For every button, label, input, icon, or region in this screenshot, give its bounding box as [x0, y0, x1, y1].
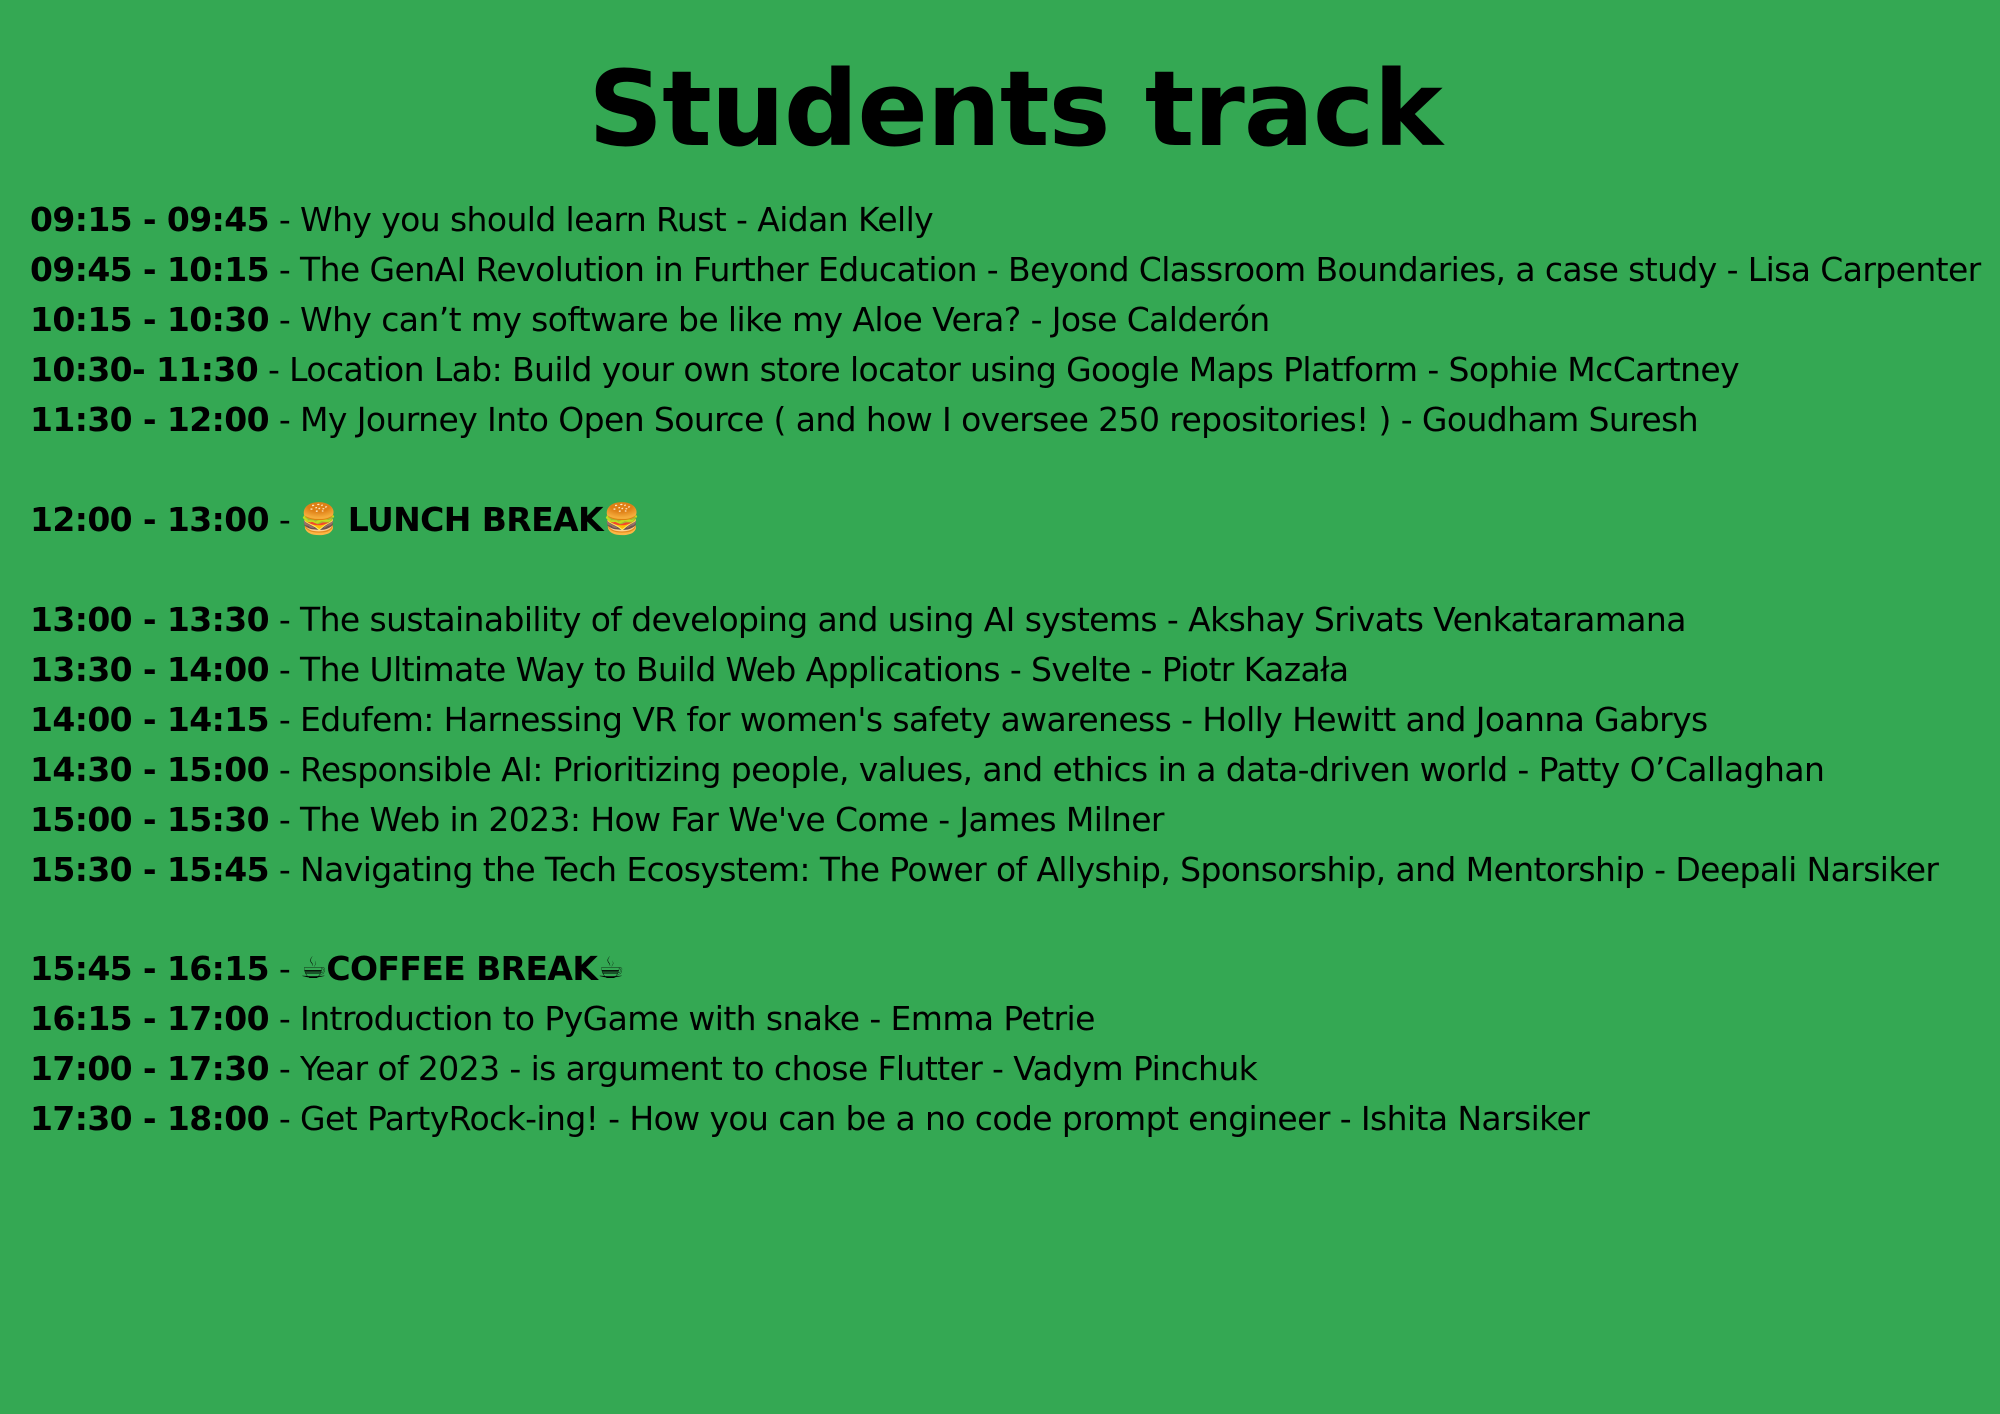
session-details: - Location Lab: Build your own store loc…: [258, 350, 1740, 389]
schedule-item: 13:00 - 13:30 - The sustainability of de…: [30, 595, 2000, 645]
schedule-item: 15:00 - 15:30 - The Web in 2023: How Far…: [30, 795, 2000, 845]
session-time: 13:00 - 13:30: [30, 600, 270, 639]
session-details: - Why can’t my software be like my Aloe …: [268, 300, 1270, 339]
session-details: - The GenAI Revolution in Further Educat…: [268, 250, 1981, 289]
session-details: - The Ultimate Way to Build Web Applicat…: [268, 650, 1349, 689]
session-time: 10:30- 11:30: [30, 350, 259, 389]
schedule-list: 09:15 - 09:45 - Why you should learn Rus…: [30, 195, 2000, 1144]
session-details: - The Web in 2023: How Far We've Come - …: [268, 800, 1165, 839]
session-time: 11:30 - 12:00: [30, 400, 270, 439]
session-time: 09:15 - 09:45: [30, 200, 270, 239]
session-details: - Why you should learn Rust - Aidan Kell…: [268, 200, 934, 239]
session-details: - Year of 2023 - is argument to chose Fl…: [268, 1049, 1258, 1088]
session-time: 14:00 - 14:15: [30, 700, 270, 739]
session-details: - Introduction to PyGame with snake - Em…: [268, 999, 1096, 1038]
schedule-item: 10:30- 11:30 - Location Lab: Build your …: [30, 345, 2000, 395]
page-title: Students track: [588, 48, 1443, 170]
session-time: 14:30 - 15:00: [30, 750, 270, 789]
schedule-item: 17:00 - 17:30 - Year of 2023 - is argume…: [30, 1044, 2000, 1094]
session-details: - Edufem: Harnessing VR for women's safe…: [268, 700, 1708, 739]
lunch-break-item: 12:00 - 13:00 - 🍔 LUNCH BREAK🍔: [30, 495, 2000, 545]
schedule-item: 17:30 - 18:00 - Get PartyRock-ing! - How…: [30, 1094, 2000, 1144]
session-details: - My Journey Into Open Source ( and how …: [268, 400, 1699, 439]
slide: Students track 09:15 - 09:45 - Why you s…: [0, 0, 2000, 1414]
schedule-item: 11:30 - 12:00 - My Journey Into Open Sou…: [30, 395, 2000, 445]
coffee-icon: ☕: [597, 951, 624, 986]
separator: -: [268, 500, 301, 539]
break-time: 15:45 - 16:15: [30, 949, 270, 988]
separator: -: [268, 949, 301, 988]
session-details: - Navigating the Tech Ecosystem: The Pow…: [268, 850, 1939, 889]
session-time: 10:15 - 10:30: [30, 300, 270, 339]
session-details: - The sustainability of developing and u…: [268, 600, 1687, 639]
schedule-item: 10:15 - 10:30 - Why can’t my software be…: [30, 295, 2000, 345]
burger-icon: 🍔: [602, 502, 640, 537]
session-details: - Get PartyRock-ing! - How you can be a …: [268, 1099, 1590, 1138]
session-time: 15:30 - 15:45: [30, 850, 270, 889]
schedule-item: 14:00 - 14:15 - Edufem: Harnessing VR fo…: [30, 695, 2000, 745]
session-details: - Responsible AI: Prioritizing people, v…: [268, 750, 1825, 789]
coffee-icon: ☕: [300, 951, 327, 986]
schedule-item: 09:45 - 10:15 - The GenAI Revolution in …: [30, 245, 2000, 295]
session-time: 13:30 - 14:00: [30, 650, 270, 689]
burger-icon: 🍔: [300, 502, 337, 537]
break-time: 12:00 - 13:00: [30, 500, 270, 539]
session-time: 16:15 - 17:00: [30, 999, 270, 1038]
schedule-item: 16:15 - 17:00 - Introduction to PyGame w…: [30, 994, 2000, 1044]
session-time: 15:00 - 15:30: [30, 800, 270, 839]
session-time: 17:00 - 17:30: [30, 1049, 270, 1088]
schedule-item: 13:30 - 14:00 - The Ultimate Way to Buil…: [30, 645, 2000, 695]
session-time: 09:45 - 10:15: [30, 250, 270, 289]
break-label: LUNCH BREAK: [336, 500, 604, 539]
session-time: 17:30 - 18:00: [30, 1099, 270, 1138]
schedule-item: 09:15 - 09:45 - Why you should learn Rus…: [30, 195, 2000, 245]
break-label: COFFEE BREAK: [326, 949, 598, 988]
schedule-item: 14:30 - 15:00 - Responsible AI: Prioriti…: [30, 745, 2000, 795]
coffee-break-item: 15:45 - 16:15 - ☕COFFEE BREAK☕: [30, 944, 2000, 994]
schedule-item: 15:30 - 15:45 - Navigating the Tech Ecos…: [30, 845, 2000, 895]
